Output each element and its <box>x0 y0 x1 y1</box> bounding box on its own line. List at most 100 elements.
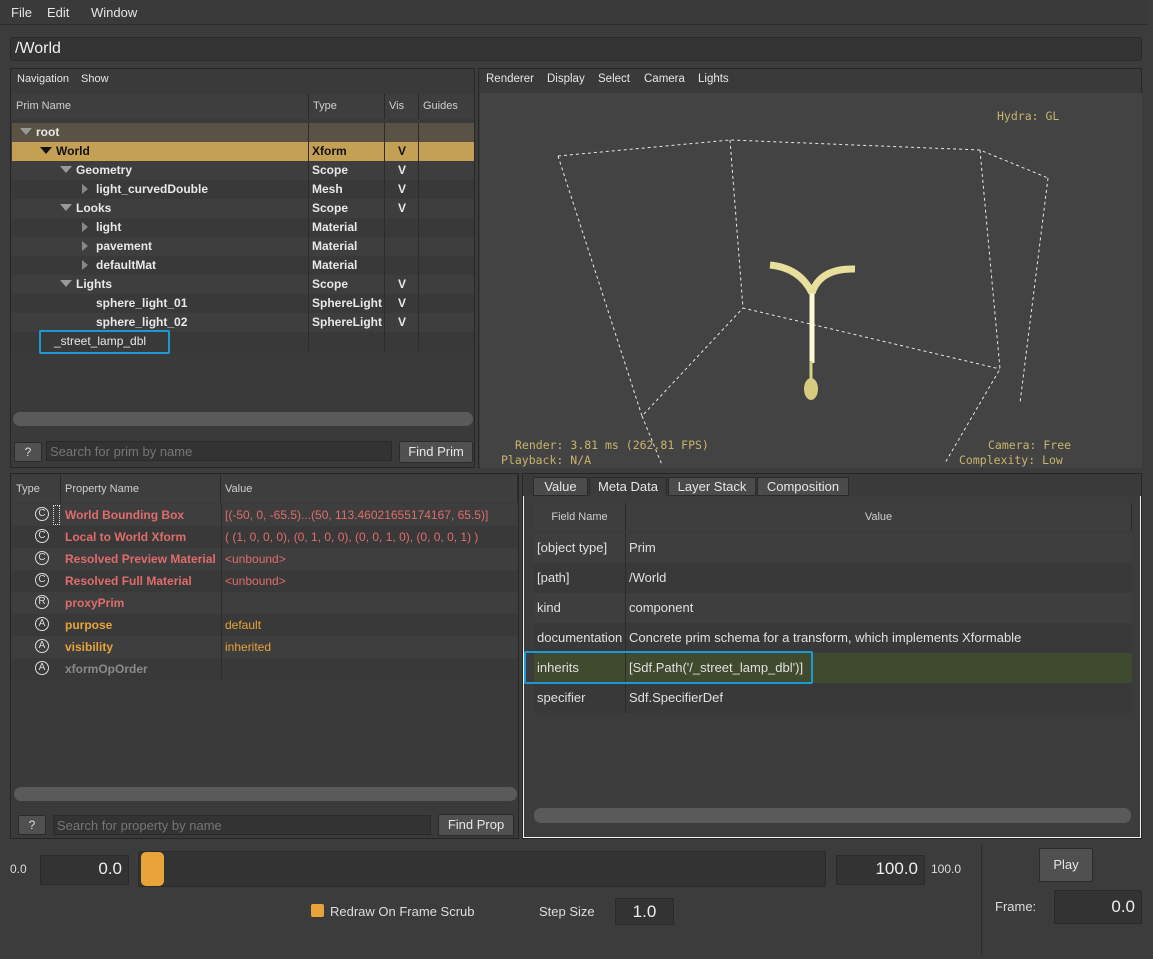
column-header-field-name[interactable]: Field Name <box>534 503 626 531</box>
column-header-meta-value[interactable]: Value <box>626 503 1132 531</box>
tab-composition[interactable]: Composition <box>757 477 849 496</box>
property-type-icon: A <box>35 661 49 675</box>
prim-row[interactable]: light Material <box>12 218 474 237</box>
frame-label: Frame: <box>995 899 1037 914</box>
metadata-row[interactable]: specifier Sdf.SpecifierDef <box>534 683 1132 713</box>
frame-field[interactable]: 0.0 <box>1054 890 1142 924</box>
expand-arrow-icon[interactable] <box>60 204 72 211</box>
prim-row[interactable]: light_curvedDouble Mesh V <box>12 180 474 199</box>
metadata-scrollbar[interactable] <box>534 808 1131 823</box>
collapse-arrow-icon[interactable] <box>82 184 88 194</box>
column-header-prop-value[interactable]: Value <box>221 475 518 503</box>
column-separator <box>625 533 626 563</box>
prim-path-field[interactable]: /World <box>10 37 1142 61</box>
property-name: xformOpOrder <box>65 662 148 676</box>
select-menu[interactable]: Select <box>598 73 630 85</box>
camera-menu[interactable]: Camera <box>644 73 685 85</box>
frame-slider-track[interactable] <box>138 851 826 887</box>
timeline-end-field[interactable]: 100.0 <box>836 855 925 885</box>
redraw-label: Redraw On Frame Scrub <box>330 904 475 919</box>
property-row[interactable]: C Resolved Preview Material <unbound> <box>12 548 518 570</box>
metadata-row[interactable]: documentation Concrete prim schema for a … <box>534 623 1132 653</box>
expand-arrow-icon[interactable] <box>40 147 52 154</box>
timeline-start-label: 0.0 <box>10 862 27 876</box>
tab-meta-data[interactable]: Meta Data <box>589 477 667 496</box>
scene-render <box>557 139 1049 466</box>
prim-tree-scrollbar[interactable] <box>13 412 473 426</box>
metadata-row[interactable]: [object type] Prim <box>534 533 1132 563</box>
prim-vis[interactable]: V <box>398 277 406 291</box>
timeline-start-field[interactable]: 0.0 <box>40 855 129 885</box>
expand-arrow-icon[interactable] <box>20 128 32 135</box>
property-value: <unbound> <box>225 574 286 588</box>
prim-vis[interactable]: V <box>398 144 406 158</box>
prim-row[interactable]: World Xform V <box>12 142 474 161</box>
expand-arrow-icon[interactable] <box>60 166 72 173</box>
redraw-checkbox[interactable] <box>311 904 324 917</box>
prim-row[interactable]: pavement Material <box>12 237 474 256</box>
metadata-row[interactable]: [path] /World <box>534 563 1132 593</box>
display-menu[interactable]: Display <box>547 73 585 85</box>
property-search-input[interactable] <box>53 815 431 835</box>
column-header-prop-type[interactable]: Type <box>12 475 61 503</box>
step-size-field[interactable]: 1.0 <box>615 898 674 925</box>
find-prop-button[interactable]: Find Prop <box>438 814 514 836</box>
tab-layer-stack[interactable]: Layer Stack <box>668 477 756 496</box>
property-row[interactable]: Avisibility inherited <box>12 636 518 658</box>
property-row[interactable]: C Local to World Xform ( (1, 0, 0, 0), (0,… <box>12 526 518 548</box>
prim-vis[interactable]: V <box>398 182 406 196</box>
prim-help-button[interactable]: ? <box>14 442 42 462</box>
menu-window[interactable]: Window <box>91 5 137 20</box>
prim-name: root <box>36 125 60 139</box>
navigation-menu[interactable]: Navigation <box>17 73 69 85</box>
show-menu[interactable]: Show <box>81 73 109 85</box>
column-separator <box>221 548 222 570</box>
property-name: Local to World Xform <box>65 530 187 544</box>
collapse-arrow-icon[interactable] <box>82 241 88 251</box>
column-separator <box>384 256 385 275</box>
prim-name: Geometry <box>76 163 133 177</box>
column-header-property-name[interactable]: Property Name <box>61 475 221 503</box>
property-type-icon: C <box>35 551 49 565</box>
prim-row[interactable]: Lights Scope V <box>12 275 474 294</box>
column-header-type[interactable]: Type <box>309 94 385 119</box>
tab-value[interactable]: Value <box>533 477 588 496</box>
collapse-arrow-icon[interactable] <box>82 222 88 232</box>
column-header-prim-name[interactable]: Prim Name <box>12 94 309 119</box>
play-button[interactable]: Play <box>1039 848 1093 882</box>
expand-arrow-icon[interactable] <box>60 280 72 287</box>
hud-camera: Camera: Free <box>988 438 1072 452</box>
property-row[interactable]: AxformOpOrder <box>12 658 518 680</box>
prim-row[interactable]: root <box>12 123 474 142</box>
prim-row[interactable]: sphere_light_01 SphereLight V <box>12 294 474 313</box>
property-row[interactable]: Apurpose default <box>12 614 518 636</box>
property-row[interactable]: C World Bounding Box [(-50, 0, -65.5)...(5… <box>12 504 518 526</box>
3d-viewport[interactable]: Hydra: GL Render: 3.81 ms (262.81 FPS) P… <box>480 93 1142 468</box>
prim-row[interactable]: defaultMat Material <box>12 256 474 275</box>
lights-menu[interactable]: Lights <box>698 73 729 85</box>
metadata-row[interactable]: kind component <box>534 593 1132 623</box>
property-row[interactable]: C Resolved Full Material <unbound> <box>12 570 518 592</box>
prim-vis[interactable]: V <box>398 201 406 215</box>
prim-name: pavement <box>96 239 153 253</box>
menu-file[interactable]: File <box>11 5 32 20</box>
property-row[interactable]: RproxyPrim <box>12 592 518 614</box>
menu-edit[interactable]: Edit <box>47 5 69 20</box>
prim-row[interactable]: Geometry Scope V <box>12 161 474 180</box>
renderer-menu[interactable]: Renderer <box>486 73 534 85</box>
column-separator <box>418 237 419 256</box>
property-scrollbar[interactable] <box>14 787 517 801</box>
prim-vis[interactable]: V <box>398 296 406 310</box>
prim-type: Scope <box>312 163 349 177</box>
prim-row[interactable]: Looks Scope V <box>12 199 474 218</box>
column-header-guides[interactable]: Guides <box>419 94 475 119</box>
prop-help-button[interactable]: ? <box>18 815 46 835</box>
column-separator <box>308 237 309 256</box>
column-header-vis[interactable]: Vis <box>385 94 419 119</box>
find-prim-button[interactable]: Find Prim <box>399 441 473 463</box>
prim-search-input[interactable] <box>46 441 392 461</box>
prim-vis[interactable]: V <box>398 163 406 177</box>
frame-slider-handle[interactable] <box>141 852 164 886</box>
collapse-arrow-icon[interactable] <box>82 260 88 270</box>
prim-vis[interactable]: V <box>398 315 406 329</box>
